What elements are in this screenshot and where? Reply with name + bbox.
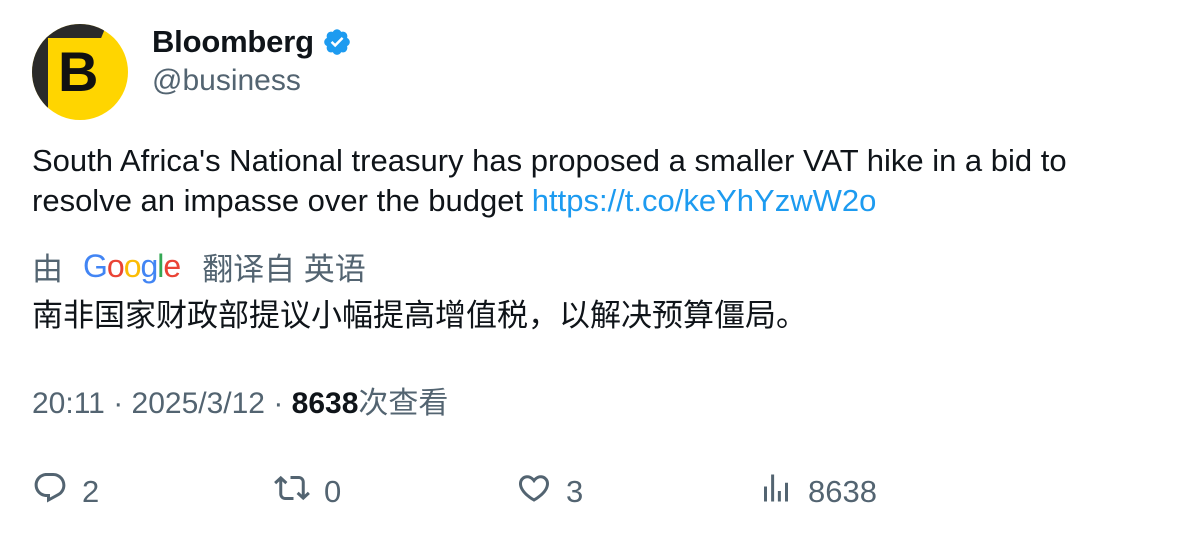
author-display-name[interactable]: Bloomberg: [152, 22, 314, 62]
translation-attribution: 由 Google 翻译自 英语: [32, 244, 366, 289]
analytics-icon: [758, 470, 794, 514]
retweet-count: 0: [324, 474, 342, 509]
author-handle[interactable]: @business: [152, 62, 301, 100]
retweet-button[interactable]: 0: [274, 470, 341, 514]
verified-badge-icon[interactable]: [322, 27, 352, 57]
heart-icon: [516, 470, 552, 514]
avatar-shade: [32, 24, 48, 120]
like-count: 3: [566, 474, 584, 509]
reply-icon: [32, 470, 68, 514]
tweet-text: South Africa's National treasury has pro…: [32, 141, 1162, 221]
views-count: 8638: [291, 387, 359, 420]
tweet-card: B Bloomberg @business South Africa's Nat…: [0, 0, 1196, 538]
meta-separator: ·: [273, 387, 292, 420]
tweet-link[interactable]: https://t.co/keYhYzwW2o: [532, 183, 877, 218]
tweet-date[interactable]: 2025/3/12: [132, 387, 265, 420]
avatar-shade-top: [32, 24, 107, 38]
views-button[interactable]: 8638: [758, 470, 877, 514]
avatar[interactable]: B: [32, 24, 128, 120]
translation-from-label[interactable]: 翻译自 英语: [202, 244, 366, 289]
google-logo: Google: [83, 248, 181, 284]
retweet-icon: [274, 470, 310, 514]
like-button[interactable]: 3: [516, 470, 583, 514]
meta-separator: ·: [113, 387, 132, 420]
action-bar: 2 0 3 8638: [0, 470, 1196, 514]
translation-by-label: 由: [32, 251, 63, 287]
tweet-meta: 20:11 · 2025/3/12 · 8638次查看: [32, 384, 448, 424]
reply-button[interactable]: 2: [32, 470, 99, 514]
reply-count: 2: [82, 474, 100, 509]
views-label: 次查看: [358, 387, 449, 420]
translated-text: 南非国家财政部提议小幅提高增值税，以解决预算僵局。: [32, 298, 807, 333]
views-action-count: 8638: [808, 474, 877, 509]
author-name-row: Bloomberg: [152, 22, 352, 62]
avatar-letter: B: [58, 40, 99, 103]
tweet-time[interactable]: 20:11: [32, 387, 105, 420]
